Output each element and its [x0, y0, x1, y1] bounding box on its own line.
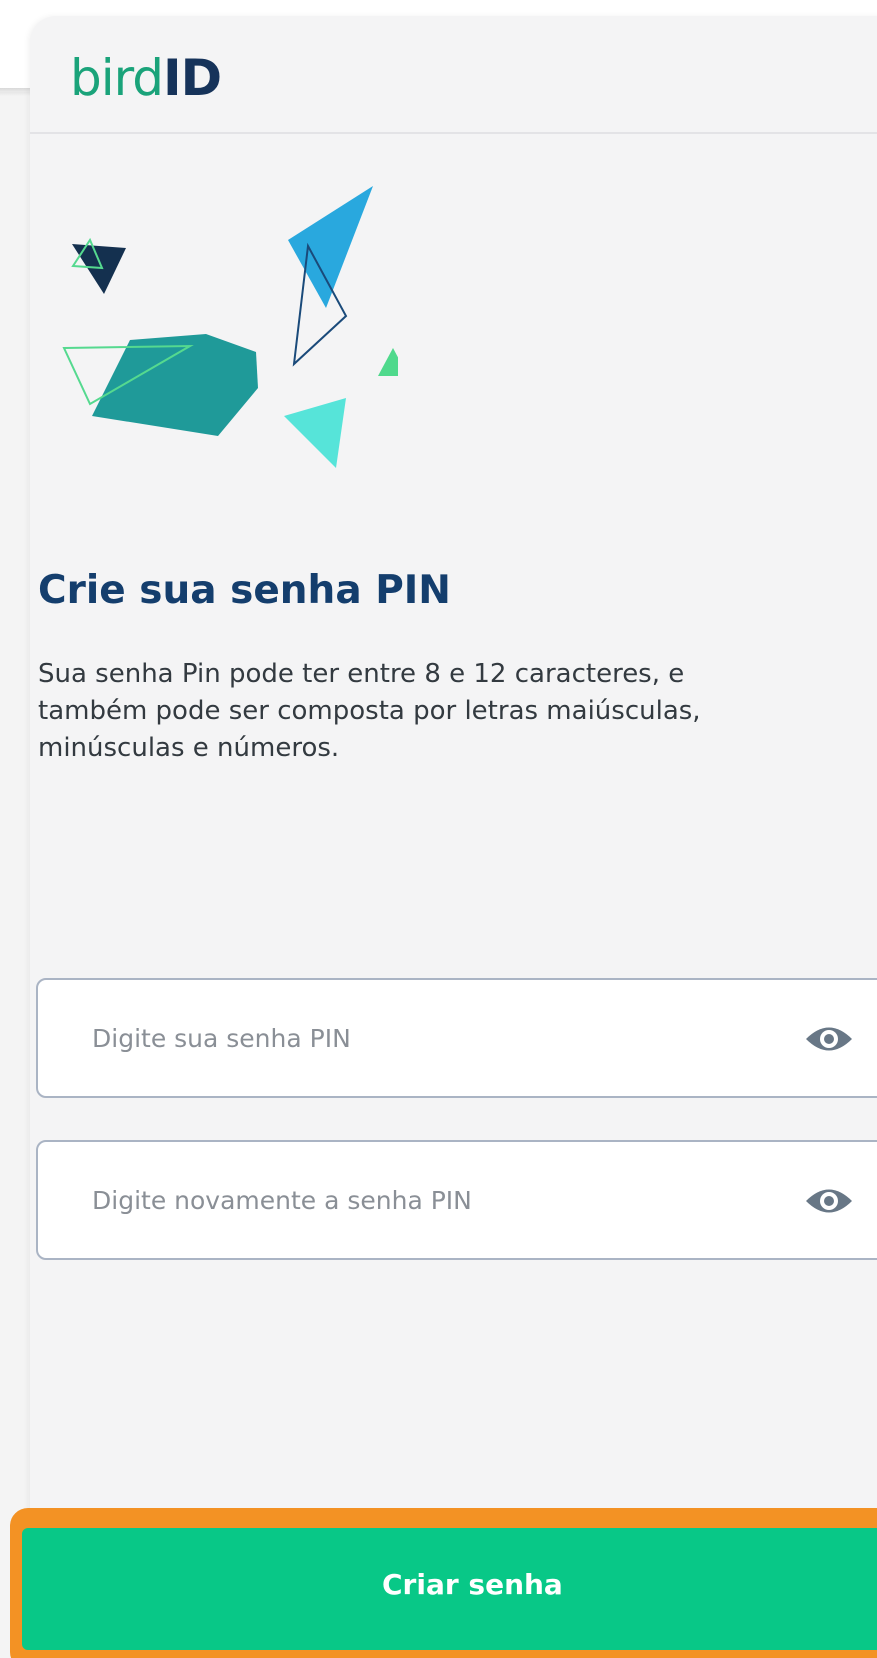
navy-triangle-shape: [72, 244, 126, 294]
pin-input[interactable]: [92, 980, 712, 1096]
blue-triangle-shape: [288, 186, 373, 308]
create-password-button[interactable]: Criar senha: [22, 1528, 877, 1650]
teal-polygon-shape: [92, 334, 258, 436]
pin-instructions: Sua senha Pin pode ter entre 8 e 12 cara…: [38, 659, 701, 763]
create-password-label: Criar senha: [382, 1568, 563, 1601]
birdid-logo: birdID: [70, 49, 222, 107]
eye-icon[interactable]: [804, 1020, 854, 1058]
card-header: birdID: [30, 16, 877, 134]
aqua-triangle-shape: [284, 398, 346, 468]
eye-icon[interactable]: [804, 1182, 854, 1220]
pin-confirm-input[interactable]: [92, 1142, 712, 1258]
pin-field[interactable]: [36, 978, 877, 1098]
green-small-triangle: [378, 348, 398, 376]
pin-confirm-field[interactable]: [36, 1140, 877, 1260]
decorative-shapes-illustration: [62, 186, 398, 468]
page-title: Crie sua senha PIN: [38, 568, 451, 613]
